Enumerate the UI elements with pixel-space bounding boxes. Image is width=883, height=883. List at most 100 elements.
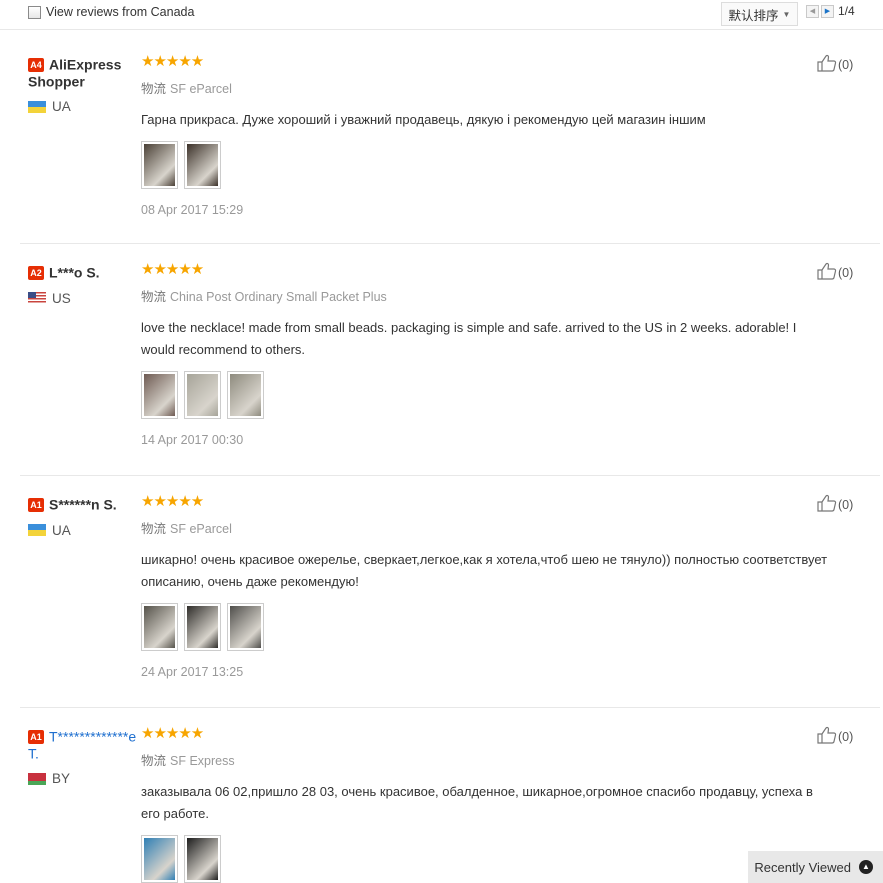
review-photo-image [144, 374, 175, 416]
helpful-button[interactable]: (0) [817, 494, 853, 512]
country-code: US [52, 290, 71, 306]
review-content: ★★★★★ 物流 SF eParcel Гарна прикраса. Дуже … [141, 54, 831, 217]
review-date: 24 Apr 2017 13:25 [141, 665, 244, 679]
review-text: шикарно! очень красивое ожерелье, сверка… [141, 552, 828, 589]
helpful-button[interactable]: (0) [817, 726, 853, 744]
star-rating: ★★★★★ [141, 493, 204, 510]
thumbs-up-icon [817, 494, 837, 512]
review-photo-image [144, 144, 175, 186]
review-date: 08 Apr 2017 15:29 [141, 203, 244, 217]
review-photos [141, 835, 831, 883]
prev-page-icon[interactable]: ◀ [806, 4, 819, 18]
pagination: ◀ ▶ 1/4 [806, 4, 855, 18]
review-content: ★★★★★ 物流 SF Express заказывала 06 02,приш… [141, 726, 831, 883]
review-photo-image [144, 838, 175, 880]
buyer-level-badge: A4 [28, 57, 44, 72]
review-photos [141, 141, 831, 189]
review-photo-image [187, 606, 218, 648]
shipping-method: 物流 SF eParcel [141, 78, 831, 97]
review-item: A2 L***o S. US ★★★★★ 物流 China Post Ordinar… [20, 244, 880, 476]
review-photo[interactable] [184, 835, 221, 883]
shipping-method: 物流 SF eParcel [141, 518, 831, 537]
review-photo[interactable] [141, 835, 178, 883]
review-photos [141, 371, 831, 419]
sort-dropdown[interactable]: 默认排序 ▼ [721, 2, 798, 26]
chevron-down-icon: ▼ [782, 9, 791, 19]
review-photos [141, 603, 831, 651]
country-flag-icon [28, 100, 46, 113]
star-rating: ★★★★★ [141, 261, 204, 278]
country-flag-icon [28, 524, 46, 537]
canada-filter[interactable]: View reviews from Canada [28, 5, 194, 19]
shipping-label: 物流 [141, 290, 167, 304]
thumbs-up-icon [817, 54, 837, 72]
helpful-count: (0) [838, 498, 854, 512]
review-text: love the necklace! made from small beads… [141, 320, 797, 357]
reviewer-country: US [28, 291, 144, 306]
page-count: 1/4 [838, 4, 855, 18]
shipping-value: SF eParcel [170, 522, 232, 536]
next-page-icon[interactable]: ▶ [821, 4, 834, 18]
country-flag-icon [28, 772, 46, 785]
review-photo[interactable] [184, 371, 221, 419]
buyer-level-badge: A1 [28, 729, 44, 744]
helpful-count: (0) [838, 58, 854, 72]
reviewer-country: UA [28, 99, 144, 114]
reviewer-info: A2 L***o S. US [28, 264, 144, 306]
review-content: ★★★★★ 物流 SF eParcel шикарно! очень красив… [141, 494, 831, 679]
review-photo-image [187, 374, 218, 416]
star-rating: ★★★★★ [141, 725, 204, 742]
reviewer-info: A1 T*************e T. BY [28, 728, 144, 786]
shipping-label: 物流 [141, 82, 167, 96]
country-code: UA [52, 99, 71, 115]
review-photo-image [230, 374, 261, 416]
shipping-method: 物流 China Post Ordinary Small Packet Plus [141, 286, 831, 305]
country-flag-icon [28, 292, 46, 305]
shipping-label: 物流 [141, 522, 167, 536]
helpful-button[interactable]: (0) [817, 262, 853, 280]
reviewer-name: L***o S. [49, 264, 100, 281]
star-rating: ★★★★★ [141, 53, 204, 70]
review-photo[interactable] [227, 371, 264, 419]
reviewer-name[interactable]: T*************e T. [28, 729, 136, 762]
helpful-count: (0) [838, 266, 854, 280]
helpful-button[interactable]: (0) [817, 54, 853, 72]
shipping-value: China Post Ordinary Small Packet Plus [170, 290, 387, 304]
review-content: ★★★★★ 物流 China Post Ordinary Small Packet… [141, 262, 831, 447]
shipping-value: SF Express [170, 754, 235, 768]
review-photo-image [187, 838, 218, 880]
review-photo-image [144, 606, 175, 648]
review-photo-image [230, 606, 261, 648]
review-date: 14 Apr 2017 00:30 [141, 433, 244, 447]
canada-filter-label: View reviews from Canada [46, 5, 195, 19]
review-item: A4 AliExpress Shopper UA ★★★★★ 物流 SF eParc… [20, 36, 880, 244]
reviewer-country: BY [28, 771, 144, 786]
recently-viewed-label: Recently Viewed [754, 859, 851, 875]
recently-viewed-button[interactable]: Recently Viewed ▲ [748, 851, 883, 883]
review-photo-image [187, 144, 218, 186]
thumbs-up-icon [817, 262, 837, 280]
reviewer-name: S******n S. [49, 496, 117, 513]
review-photo[interactable] [184, 141, 221, 189]
buyer-level-badge: A2 [28, 265, 44, 280]
review-photo[interactable] [141, 371, 178, 419]
reviewer-country: UA [28, 523, 144, 538]
helpful-count: (0) [838, 730, 854, 744]
review-photo[interactable] [141, 603, 178, 651]
chevron-up-icon: ▲ [859, 860, 873, 874]
review-item: A1 S******n S. UA ★★★★★ 物流 SF eParcel шика… [20, 476, 880, 708]
country-code: UA [52, 522, 71, 538]
review-text: Гарна прикраса. Дуже хороший і уважний п… [141, 112, 706, 127]
review-toolbar: View reviews from Canada 默认排序 ▼ ◀ ▶ 1/4 [0, 0, 883, 30]
sort-label: 默认排序 [728, 8, 779, 23]
review-photo[interactable] [141, 141, 178, 189]
review-photo[interactable] [184, 603, 221, 651]
thumbs-up-icon [817, 726, 837, 744]
review-text: заказывала 06 02,пришло 28 03, очень кра… [141, 784, 813, 821]
buyer-level-badge: A1 [28, 497, 44, 512]
country-code: BY [52, 771, 71, 787]
reviewer-info: A4 AliExpress Shopper UA [28, 56, 144, 114]
review-photo[interactable] [227, 603, 264, 651]
reviewer-info: A1 S******n S. UA [28, 496, 144, 538]
canada-checkbox[interactable] [28, 5, 41, 19]
